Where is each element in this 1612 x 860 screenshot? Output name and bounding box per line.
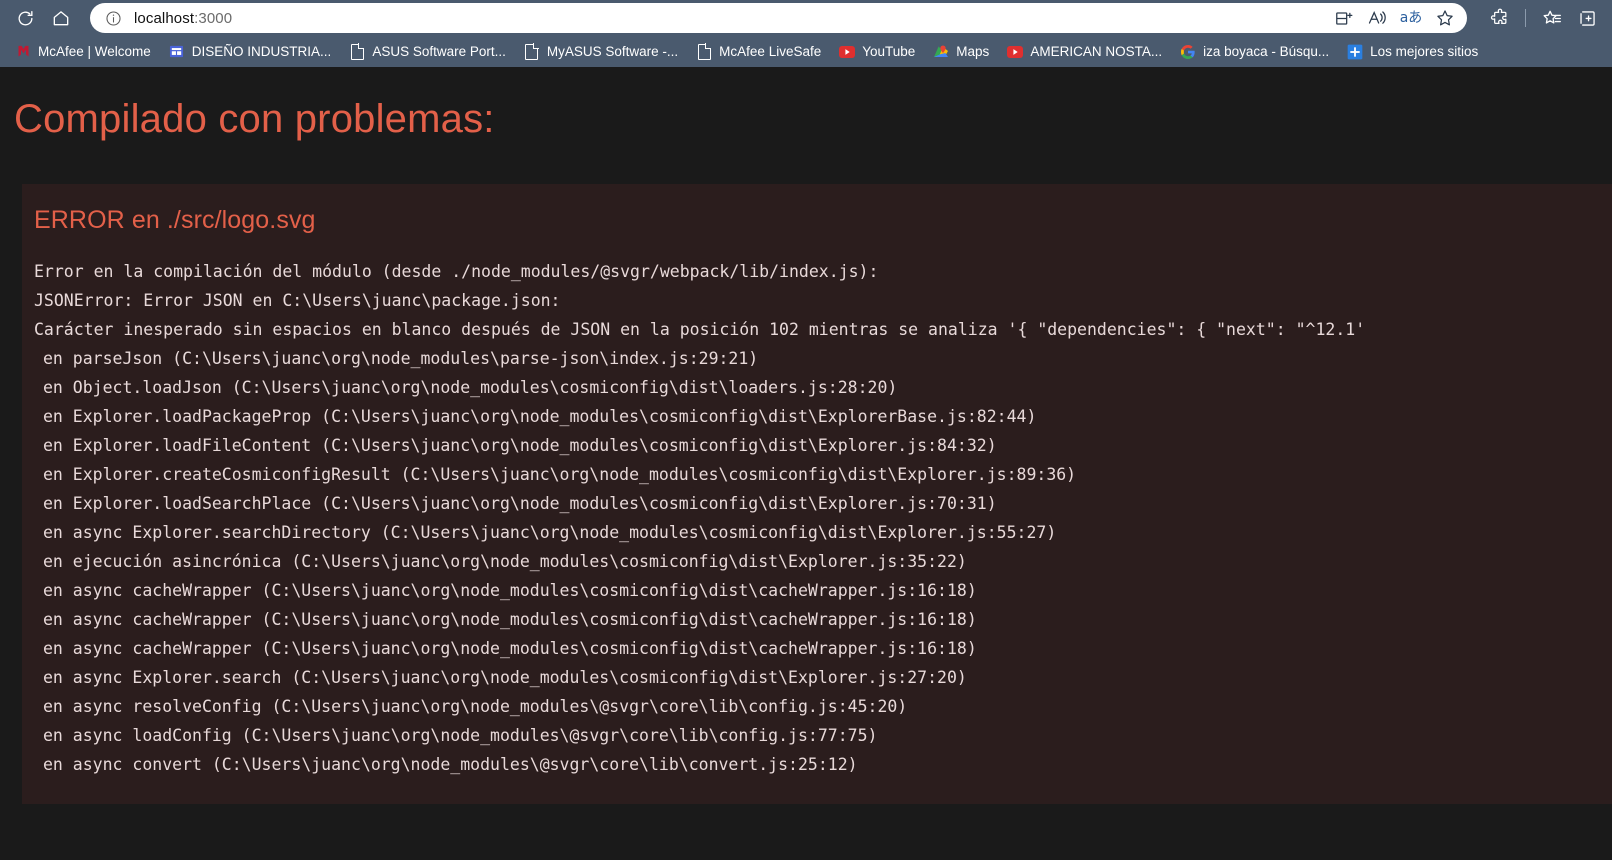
bookmark-label: AMERICAN NOSTA... bbox=[1030, 44, 1163, 59]
toolbar-divider bbox=[1525, 9, 1526, 27]
bookmark-asus-software-port[interactable]: ASUS Software Port... bbox=[340, 41, 515, 63]
address-bar[interactable]: localhost:3000 aあ bbox=[90, 3, 1467, 33]
bookmark-label: McAfee | Welcome bbox=[38, 44, 151, 59]
error-message-line: Error en la compilación del módulo (desd… bbox=[34, 262, 879, 281]
error-stack-line: en async resolveConfig (C:\Users\juanc\o… bbox=[43, 697, 908, 716]
bookmark-iza-boyaca-search[interactable]: iza boyaca - Búsqu... bbox=[1171, 41, 1338, 63]
refresh-icon[interactable] bbox=[8, 3, 42, 33]
error-stack-line: en Explorer.createCosmiconfigResult (C:\… bbox=[43, 465, 1077, 484]
translate-label: aあ bbox=[1399, 10, 1423, 26]
error-stack-line: en ejecución asincrónica (C:\Users\juanc… bbox=[43, 552, 967, 571]
info-icon[interactable] bbox=[102, 7, 124, 29]
bookmarks-bar: McAfee | Welcome DISEÑO INDUSTRIA... ASU… bbox=[0, 36, 1612, 67]
bookmark-label: DISEÑO INDUSTRIA... bbox=[191, 44, 332, 59]
translate-icon[interactable]: aあ bbox=[1395, 5, 1427, 31]
document-icon bbox=[349, 42, 365, 60]
split-screen-icon[interactable] bbox=[1327, 5, 1359, 31]
error-stack-line: en async cacheWrapper (C:\Users\juanc\or… bbox=[43, 610, 977, 629]
error-stack-line: en async cacheWrapper (C:\Users\juanc\or… bbox=[43, 581, 977, 600]
page-content: Compilado con problemas: ERROR en ./src/… bbox=[0, 67, 1612, 860]
url-port: :3000 bbox=[194, 9, 233, 27]
document-icon bbox=[696, 42, 712, 60]
extensions-icon[interactable] bbox=[1483, 3, 1517, 33]
error-stack-line: en Explorer.loadFileContent (C:\Users\ju… bbox=[43, 436, 997, 455]
error-stack-line: en async Explorer.searchDirectory (C:\Us… bbox=[43, 523, 1057, 542]
url-host: localhost bbox=[134, 9, 195, 27]
error-stack-line: en Object.loadJson (C:\Users\juanc\org\n… bbox=[43, 378, 898, 397]
bookmark-american-nostalgia[interactable]: AMERICAN NOSTA... bbox=[998, 41, 1171, 63]
error-panel: ERROR en ./src/logo.svg Error en la comp… bbox=[22, 184, 1612, 804]
read-aloud-icon[interactable] bbox=[1361, 5, 1393, 31]
toolbar-right-actions bbox=[1477, 3, 1604, 33]
favorites-list-icon[interactable] bbox=[1534, 3, 1568, 33]
bookmark-label: iza boyaca - Búsqu... bbox=[1203, 44, 1330, 59]
error-stack-line: en async Explorer.search (C:\Users\juanc… bbox=[43, 668, 967, 687]
browser-chrome: localhost:3000 aあ McAfee | Welcome DISEÑ… bbox=[0, 0, 1612, 67]
bookmark-los-mejores-sitios[interactable]: Los mejores sitios bbox=[1338, 41, 1487, 63]
error-stack-line: en async loadConfig (C:\Users\juanc\org\… bbox=[43, 726, 878, 745]
bookmark-myasus-software[interactable]: MyASUS Software -... bbox=[515, 41, 687, 63]
error-message-line: Carácter inesperado sin espacios en blan… bbox=[34, 320, 1366, 339]
omnibox-actions: aあ bbox=[1327, 5, 1461, 31]
bookmark-diseno-industrial[interactable]: DISEÑO INDUSTRIA... bbox=[160, 41, 341, 63]
home-icon[interactable] bbox=[44, 3, 78, 33]
google-icon bbox=[1180, 44, 1196, 60]
youtube-icon bbox=[839, 44, 856, 60]
bookmark-mcafee-welcome[interactable]: McAfee | Welcome bbox=[6, 41, 160, 63]
maps-icon bbox=[933, 44, 949, 60]
document-icon bbox=[524, 42, 540, 60]
error-stack-line: en parseJson (C:\Users\juanc\org\node_mo… bbox=[43, 349, 759, 368]
youtube-icon bbox=[1007, 44, 1024, 60]
bookmark-label: McAfee LiveSafe bbox=[719, 44, 822, 59]
bookmark-youtube[interactable]: YouTube bbox=[830, 41, 924, 63]
bookmark-maps[interactable]: Maps bbox=[924, 41, 998, 63]
mcafee-icon bbox=[15, 44, 31, 60]
bookmark-label: ASUS Software Port... bbox=[372, 44, 506, 59]
bookmark-label: YouTube bbox=[862, 44, 916, 59]
bookmark-mcafee-livesafe[interactable]: McAfee LiveSafe bbox=[687, 41, 830, 63]
error-stack-line: en async convert (C:\Users\juanc\org\nod… bbox=[43, 755, 858, 774]
error-stack-line: en Explorer.loadSearchPlace (C:\Users\ju… bbox=[43, 494, 997, 513]
error-stack-line: en async cacheWrapper (C:\Users\juanc\or… bbox=[43, 639, 977, 658]
bookmark-label: Maps bbox=[956, 44, 990, 59]
favorite-star-icon[interactable] bbox=[1429, 5, 1461, 31]
error-stack-line: en Explorer.loadPackageProp (C:\Users\ju… bbox=[43, 407, 1037, 426]
error-title: ERROR en ./src/logo.svg bbox=[34, 206, 316, 234]
url-text[interactable]: localhost:3000 bbox=[124, 10, 1327, 27]
page-title: Compilado con problemas: bbox=[14, 97, 495, 141]
error-body: Error en la compilación del módulo (desd… bbox=[34, 243, 1612, 779]
error-message-line: JSONError: Error JSON en C:\Users\juanc\… bbox=[34, 291, 561, 310]
browser-toolbar: localhost:3000 aあ bbox=[0, 0, 1612, 36]
slides-icon bbox=[169, 44, 185, 60]
bookmark-label: MyASUS Software -... bbox=[546, 44, 679, 59]
bookmark-label: Los mejores sitios bbox=[1370, 44, 1479, 59]
microsoft-icon bbox=[1347, 44, 1363, 60]
collections-icon[interactable] bbox=[1570, 3, 1604, 33]
